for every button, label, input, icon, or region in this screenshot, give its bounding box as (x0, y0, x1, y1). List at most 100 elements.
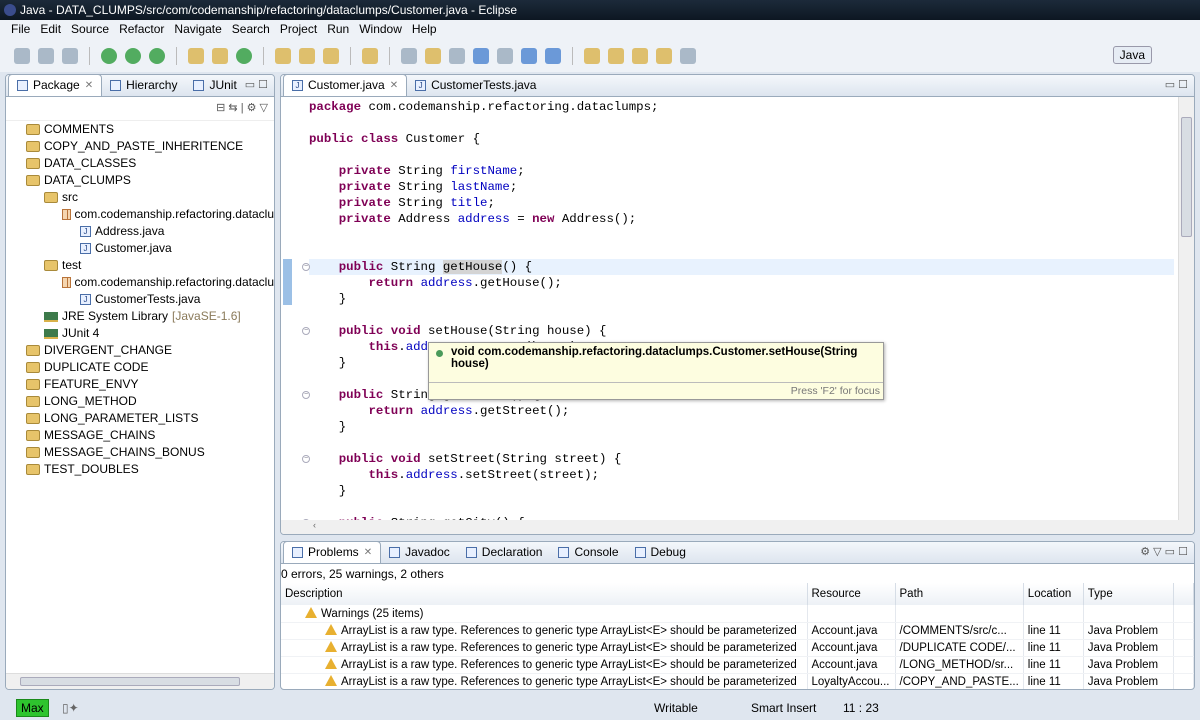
tree-item[interactable]: JRE System Library [JavaSE-1.6] (26, 308, 274, 325)
menu-file[interactable]: File (6, 22, 35, 40)
table-row[interactable]: ArrayList is a raw type. References to g… (281, 656, 1194, 674)
tree-item[interactable]: COPY_AND_PASTE_INHERITENCE (26, 138, 274, 155)
menu-search[interactable]: Search (227, 22, 275, 40)
fold-toggle-icon[interactable]: − (302, 455, 310, 463)
mark-occurrences-icon[interactable] (425, 48, 441, 64)
new-package-icon[interactable] (212, 48, 228, 64)
tree-item[interactable]: COMMENTS (26, 121, 274, 138)
java-perspective-button[interactable]: Java (1112, 46, 1152, 64)
code-line[interactable] (309, 435, 1174, 451)
task-icon[interactable] (521, 48, 537, 64)
new-class-icon[interactable] (236, 48, 252, 64)
menu-help[interactable]: Help (407, 22, 442, 40)
code-line[interactable]: } (309, 419, 1174, 435)
table-row[interactable]: ArrayList is a raw type. References to g… (281, 622, 1194, 640)
minimize-maximize-icon[interactable]: ▭ ☐ (1165, 78, 1188, 91)
tree-item[interactable]: LONG_METHOD (26, 393, 274, 410)
code-line[interactable] (309, 307, 1174, 323)
warnings-group-row[interactable]: Warnings (25 items) (281, 605, 1194, 623)
fold-toggle-icon[interactable]: − (302, 391, 310, 399)
column-description[interactable]: Description (281, 583, 808, 605)
tab-junit[interactable]: JUnit (185, 75, 244, 96)
code-line[interactable]: private Address address = new Address(); (309, 211, 1174, 227)
code-line[interactable]: private String title; (309, 195, 1174, 211)
tree-item[interactable]: LONG_PARAMETER_LISTS (26, 410, 274, 427)
table-row[interactable]: ArrayList is a raw type. References to g… (281, 673, 1194, 689)
fold-toggle-icon[interactable]: − (302, 263, 310, 271)
code-line[interactable]: public void setStreet(String street) { (309, 451, 1174, 467)
code-line[interactable]: public class Customer { (309, 131, 1174, 147)
code-line[interactable]: this.address.setStreet(street); (309, 467, 1174, 483)
column-type[interactable]: Type (1083, 583, 1174, 605)
tree-item[interactable]: J Address.java (26, 223, 274, 240)
menu-window[interactable]: Window (354, 22, 407, 40)
column-resource[interactable]: Resource (807, 583, 896, 605)
tree-item[interactable]: DATA_CLUMPS (26, 172, 274, 189)
tab-customer-java[interactable]: J Customer.java ✕ (283, 75, 408, 96)
horizontal-scrollbar[interactable] (6, 673, 274, 689)
show-whitespace-icon[interactable] (473, 48, 489, 64)
menu-run[interactable]: Run (322, 22, 354, 40)
close-icon[interactable]: ✕ (85, 80, 93, 91)
toggle-breadcrumb-icon[interactable] (401, 48, 417, 64)
view-menu-icon[interactable]: ⊟ ⇆ | ⚙ ▽ (216, 101, 268, 114)
tree-item[interactable]: DIVERGENT_CHANGE (26, 342, 274, 359)
pilcrow-icon[interactable] (497, 48, 513, 64)
tree-item[interactable]: src (26, 189, 274, 206)
open-resource-icon[interactable] (362, 48, 378, 64)
code-lines[interactable]: package com.codemanship.refactoring.data… (309, 99, 1174, 520)
tree-item[interactable]: DUPLICATE CODE (26, 359, 274, 376)
prev-annotation-icon[interactable] (608, 48, 624, 64)
tree-item[interactable]: DATA_CLASSES (26, 155, 274, 172)
search-icon[interactable] (323, 48, 339, 64)
editor-horizontal-scrollbar[interactable]: ‹ (281, 520, 1194, 534)
tab-customertests-java[interactable]: J CustomerTests.java (407, 75, 544, 96)
new-icon[interactable] (14, 48, 30, 64)
tree-item[interactable]: J CustomerTests.java (26, 291, 274, 308)
menu-navigate[interactable]: Navigate (169, 22, 226, 40)
save-icon[interactable] (38, 48, 54, 64)
code-line[interactable] (309, 115, 1174, 131)
last-edit-icon[interactable] (632, 48, 648, 64)
code-line[interactable]: package com.codemanship.refactoring.data… (309, 99, 1174, 115)
close-icon[interactable]: ✕ (390, 80, 398, 91)
minimize-maximize-icon[interactable]: ▭ ☐ (245, 78, 268, 91)
tab-hierarchy[interactable]: Hierarchy (102, 75, 185, 96)
code-area[interactable]: package com.codemanship.refactoring.data… (281, 97, 1194, 520)
external-tools-icon[interactable] (149, 48, 165, 64)
vertical-scrollbar[interactable] (1178, 97, 1194, 520)
block-selection-icon[interactable] (449, 48, 465, 64)
run-last-icon[interactable] (545, 48, 561, 64)
code-line[interactable]: return address.getHouse(); (309, 275, 1174, 291)
menu-source[interactable]: Source (66, 22, 114, 40)
next-annotation-icon[interactable] (584, 48, 600, 64)
tab-problems[interactable]: Problems ✕ (283, 542, 382, 563)
code-line[interactable]: } (309, 291, 1174, 307)
code-line[interactable]: return address.getStreet(); (309, 403, 1174, 419)
code-line[interactable] (309, 243, 1174, 259)
tab-package[interactable]: Package ✕ (8, 75, 103, 96)
tab-javadoc[interactable]: Javadoc (381, 542, 458, 563)
new-java-project-icon[interactable] (188, 48, 204, 64)
tree-item[interactable]: J Customer.java (26, 240, 274, 257)
tab-console[interactable]: Console (550, 542, 626, 563)
code-line[interactable]: public String getHouse() { (309, 259, 1174, 275)
tree-item[interactable]: FEATURE_ENVY (26, 376, 274, 393)
tab-debug[interactable]: Debug (627, 542, 694, 563)
back-icon[interactable] (656, 48, 672, 64)
code-line[interactable]: } (309, 483, 1174, 499)
close-icon[interactable]: ✕ (364, 547, 372, 558)
menu-refactor[interactable]: Refactor (114, 22, 169, 40)
print-icon[interactable] (62, 48, 78, 64)
fast-view-icon[interactable]: ▯✦ (62, 701, 79, 715)
tree-item[interactable]: com.codemanship.refactoring.dataclu (26, 274, 274, 291)
debug-icon[interactable] (101, 48, 117, 64)
code-line[interactable] (309, 227, 1174, 243)
open-folder-icon[interactable] (299, 48, 315, 64)
tree-item[interactable]: JUnit 4 (26, 325, 274, 342)
table-row[interactable]: ArrayList is a raw type. References to g… (281, 639, 1194, 657)
open-type-icon[interactable] (275, 48, 291, 64)
view-menu-icon[interactable]: ⚙ ▽ ▭ ☐ (1140, 545, 1188, 558)
tree-item[interactable]: test (26, 257, 274, 274)
code-line[interactable]: private String lastName; (309, 179, 1174, 195)
